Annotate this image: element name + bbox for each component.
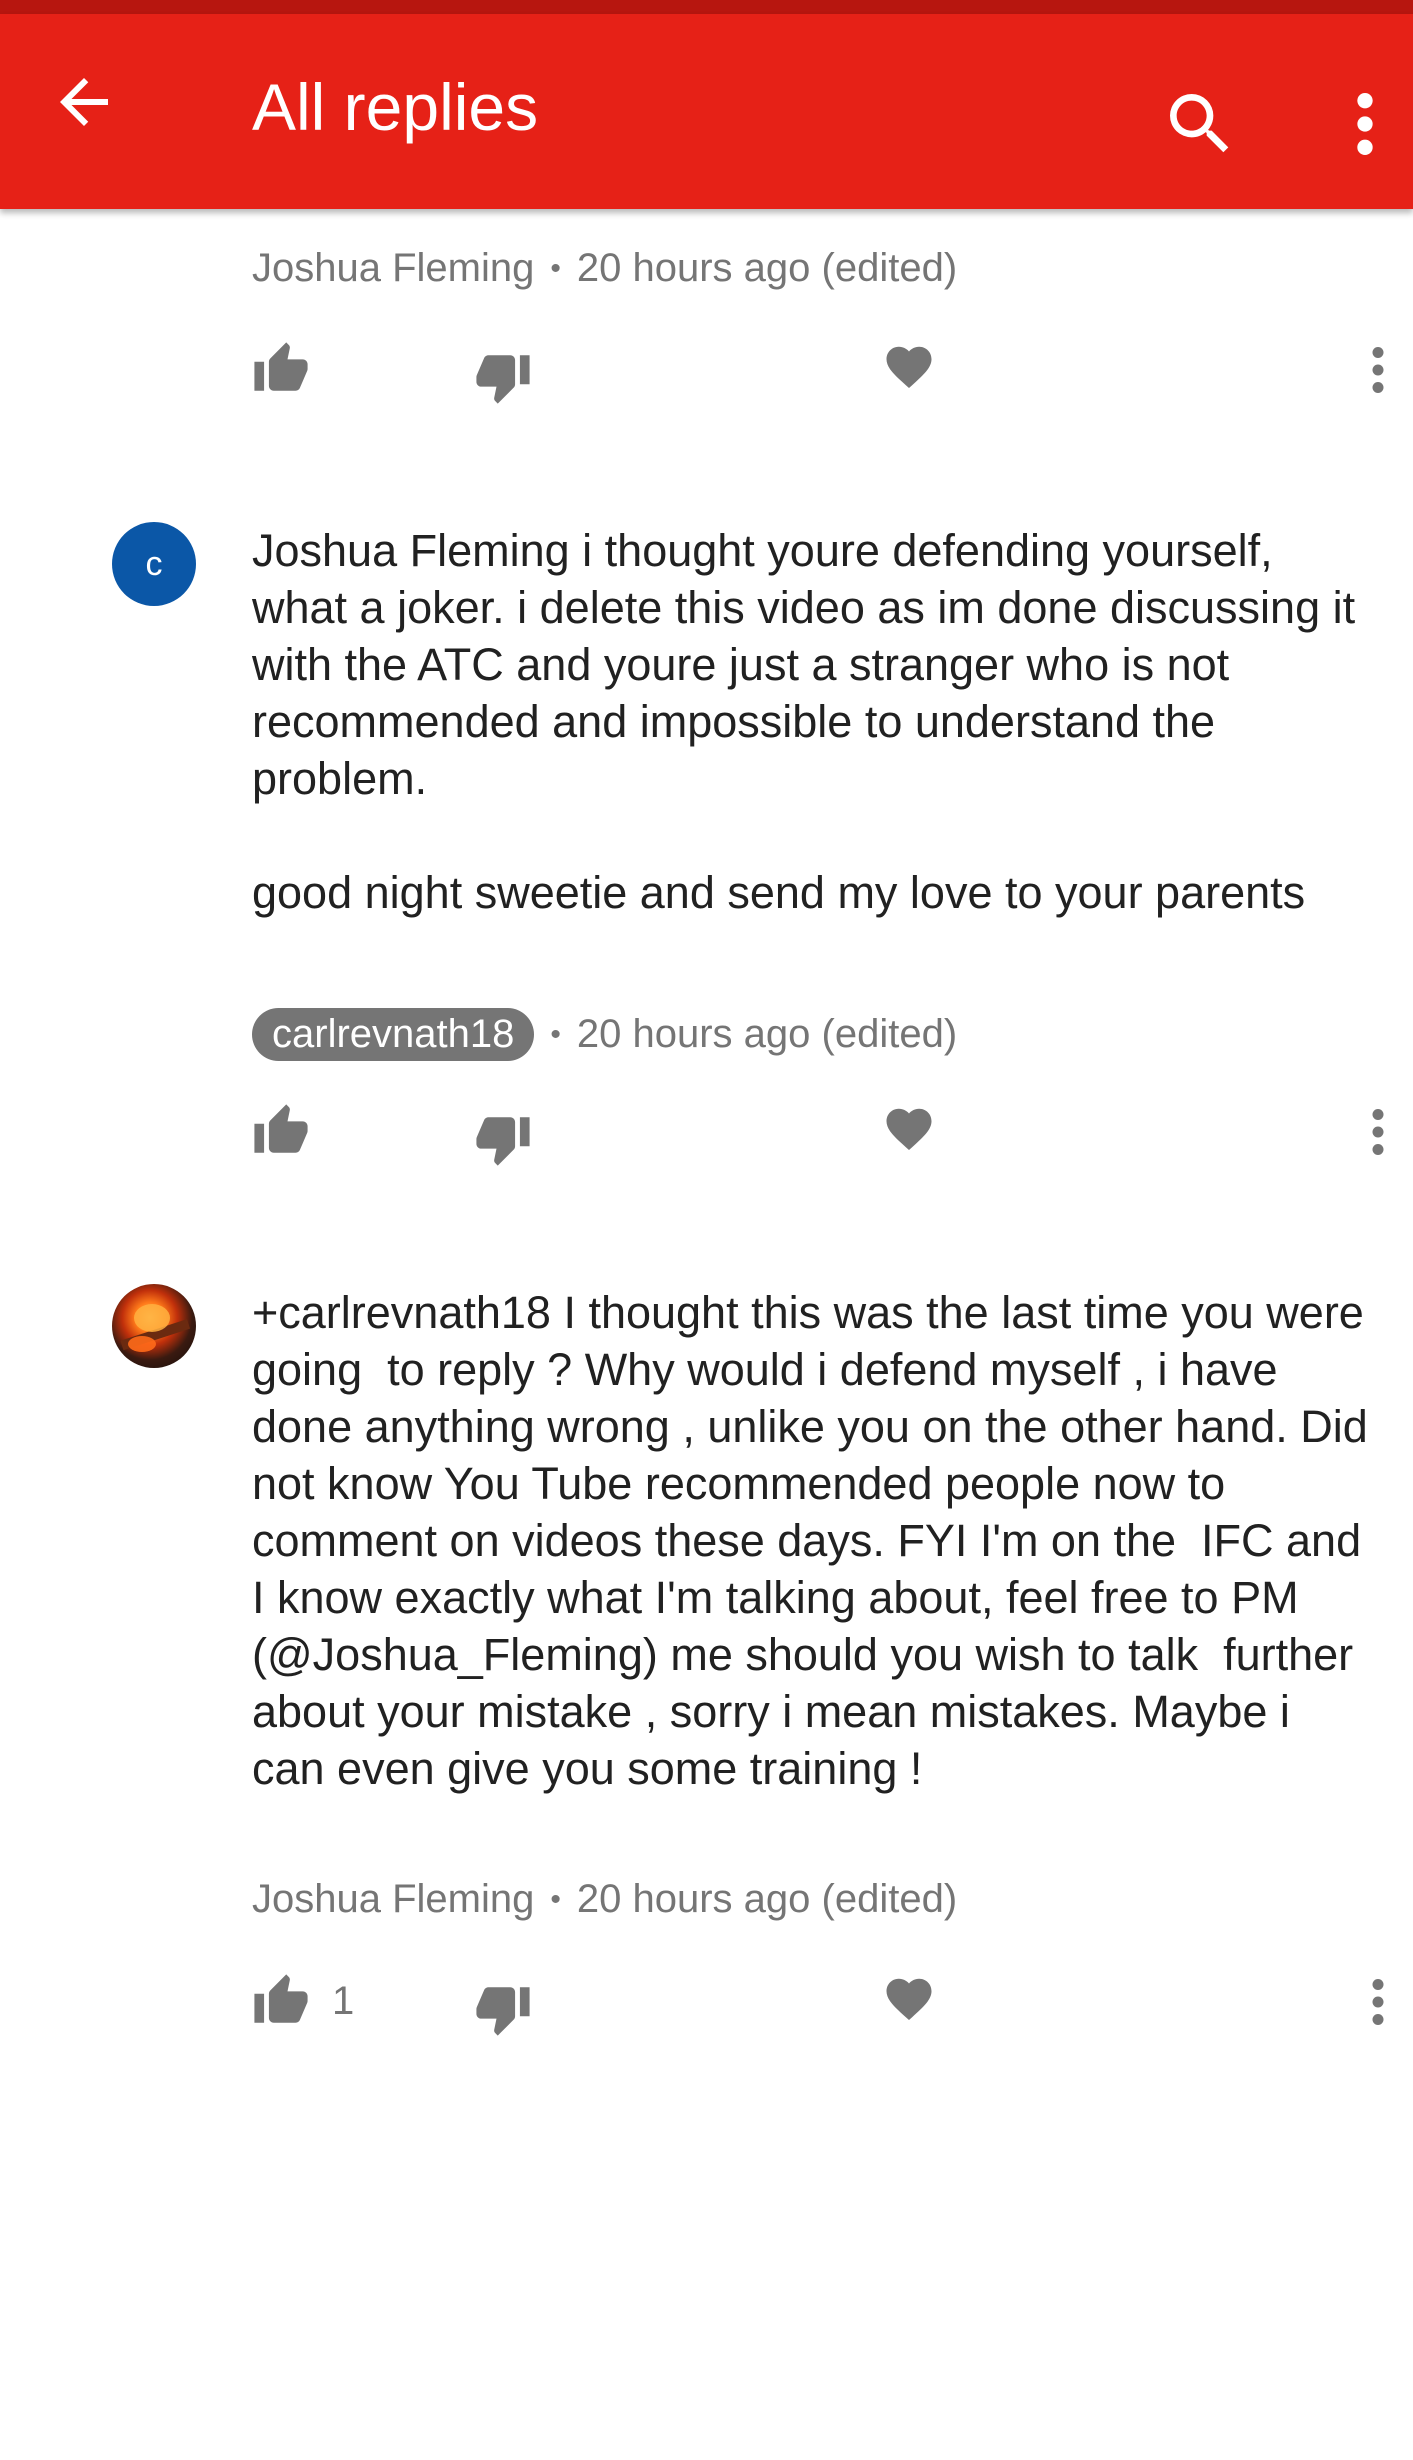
comment-time: 20 hours ago (edited) [576,246,958,290]
heart-icon [886,1108,932,1151]
dislike-button[interactable] [474,1110,532,1168]
avatar[interactable] [112,1284,196,1368]
comment-more-icon[interactable] [1364,1102,1392,1162]
thumb-down-icon [476,1117,530,1166]
like-count: 1 [332,1978,355,2023]
dislike-button[interactable] [474,1980,532,2038]
avatar[interactable]: c [112,522,196,606]
like-button[interactable] [252,1102,310,1160]
thumb-down-icon [476,1987,530,2036]
comment-more-icon[interactable] [1364,340,1392,400]
comment-actions [252,1102,1392,1182]
heart-button[interactable] [882,1972,936,2026]
heart-icon [886,346,932,389]
thumb-up-icon [254,1974,308,2023]
thumb-down-icon [476,355,530,404]
comment-author[interactable]: Joshua Fleming [252,246,534,291]
dislike-button[interactable] [474,348,532,406]
back-arrow-icon[interactable] [48,66,120,138]
replies-list: Joshua Fleming • 20 hours ago (edited) c… [0,0,1413,2460]
avatar-letter: c [145,544,163,583]
more-vert-icon[interactable] [1340,84,1390,164]
separator-dot: • [550,1017,561,1051]
thumb-up-icon [254,342,308,391]
comment-text: +carlrevnath18 I thought this was the la… [252,1287,1381,1794]
comment-text: Joshua Fleming i thought youre defending… [252,525,1356,918]
comment-actions: 1 [252,1972,1392,2052]
comment-time: 20 hours ago (edited) [576,1877,958,1921]
comment-meta: carlrevnath18 • 20 hours ago (edited) [252,1008,957,1061]
separator-dot: • [550,251,561,285]
search-icon[interactable] [1160,84,1240,164]
comment-meta: Joshua Fleming • 20 hours ago (edited) [252,1877,957,1922]
app-bar: All replies [0,14,1413,209]
thumb-up-icon [254,1104,308,1153]
heart-button[interactable] [882,340,936,394]
comment-more-icon[interactable] [1364,1972,1392,2032]
heart-icon [886,1978,932,2021]
separator-dot: • [550,1882,561,1916]
comment-meta: Joshua Fleming • 20 hours ago (edited) [252,246,957,291]
comment-time: 20 hours ago (edited) [576,1012,958,1056]
fire-avatar-icon [120,1304,191,1352]
heart-button[interactable] [882,1102,936,1156]
like-button[interactable]: 1 [252,1972,354,2030]
page-title: All replies [252,70,539,144]
comment-author[interactable]: Joshua Fleming [252,1877,534,1922]
comment-actions [252,340,1392,420]
like-button[interactable] [252,340,310,398]
comment-author-badge[interactable]: carlrevnath18 [252,1008,535,1061]
